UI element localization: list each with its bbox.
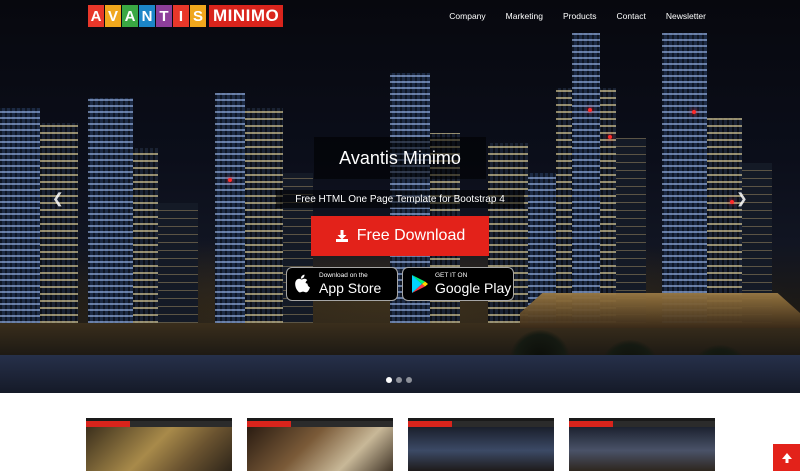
google-play-badge[interactable]: GET IT ON Google Play: [402, 267, 514, 301]
skyline-building: [88, 98, 133, 323]
skyline-building: [707, 118, 742, 323]
portfolio-thumbnail[interactable]: [569, 418, 715, 471]
logo-word: MINIMO: [209, 5, 284, 27]
logo-letter: A: [122, 5, 138, 27]
thumbnail-image: [408, 427, 554, 471]
free-download-button[interactable]: Free Download: [311, 216, 489, 256]
logo-letter: N: [139, 5, 155, 27]
carousel-indicator[interactable]: [386, 377, 392, 383]
main-nav: Company Marketing Products Contact Newsl…: [429, 11, 706, 21]
skyline-building: [0, 108, 40, 323]
thumbnail-image: [86, 427, 232, 471]
portfolio-thumbnail[interactable]: [247, 418, 393, 471]
apple-icon: [295, 274, 311, 293]
thumbnail-image: [247, 427, 393, 471]
carousel-indicator[interactable]: [406, 377, 412, 383]
skyline-building: [215, 93, 245, 323]
skyline-building: [133, 148, 158, 323]
carousel-indicator[interactable]: [396, 377, 402, 383]
app-store-badge[interactable]: Download on the App Store: [286, 267, 398, 301]
app-store-big-text: App Store: [319, 280, 382, 297]
portfolio-thumbnail[interactable]: [408, 418, 554, 471]
skyline-building: [572, 33, 600, 323]
aviation-light: [730, 200, 734, 204]
logo-letter: S: [190, 5, 206, 27]
nav-item-contact[interactable]: Contact: [617, 11, 646, 21]
free-download-label: Free Download: [356, 227, 466, 244]
hero-subtitle: Free HTML One Page Template for Bootstra…: [276, 190, 524, 208]
google-play-big-text: Google Play: [435, 280, 512, 297]
aviation-light: [608, 135, 612, 139]
nav-item-products[interactable]: Products: [563, 11, 597, 21]
pool: [0, 355, 800, 393]
chevron-right-icon[interactable]: ❯: [736, 190, 748, 207]
aviation-light: [588, 108, 592, 112]
skyline-building: [40, 123, 78, 323]
app-store-small-text: Download on the: [319, 271, 368, 279]
skyline-building: [158, 203, 198, 323]
logo-letter: T: [156, 5, 172, 27]
logo-letter: V: [105, 5, 121, 27]
logo-letter: I: [173, 5, 189, 27]
aviation-light: [692, 110, 696, 114]
aviation-light: [228, 178, 232, 182]
back-to-top-button[interactable]: [773, 444, 800, 471]
nav-item-marketing[interactable]: Marketing: [506, 11, 543, 21]
hero-title: Avantis Minimo: [314, 137, 486, 179]
brand-logo[interactable]: A V A N T I S MINIMO: [88, 5, 284, 27]
arrow-up-icon: [781, 452, 792, 463]
skyline-building: [245, 108, 283, 323]
logo-letter: A: [88, 5, 104, 27]
skyline-building: [662, 33, 707, 323]
chevron-left-icon[interactable]: ❮: [52, 190, 64, 207]
carousel-indicators: [386, 377, 412, 383]
download-icon: [335, 230, 348, 242]
google-play-icon: [412, 275, 428, 293]
portfolio-thumbnail[interactable]: [86, 418, 232, 471]
thumbnail-image: [569, 427, 715, 471]
nav-item-newsletter[interactable]: Newsletter: [666, 11, 706, 21]
nav-item-company[interactable]: Company: [449, 11, 485, 21]
google-play-small-text: GET IT ON: [435, 271, 468, 279]
